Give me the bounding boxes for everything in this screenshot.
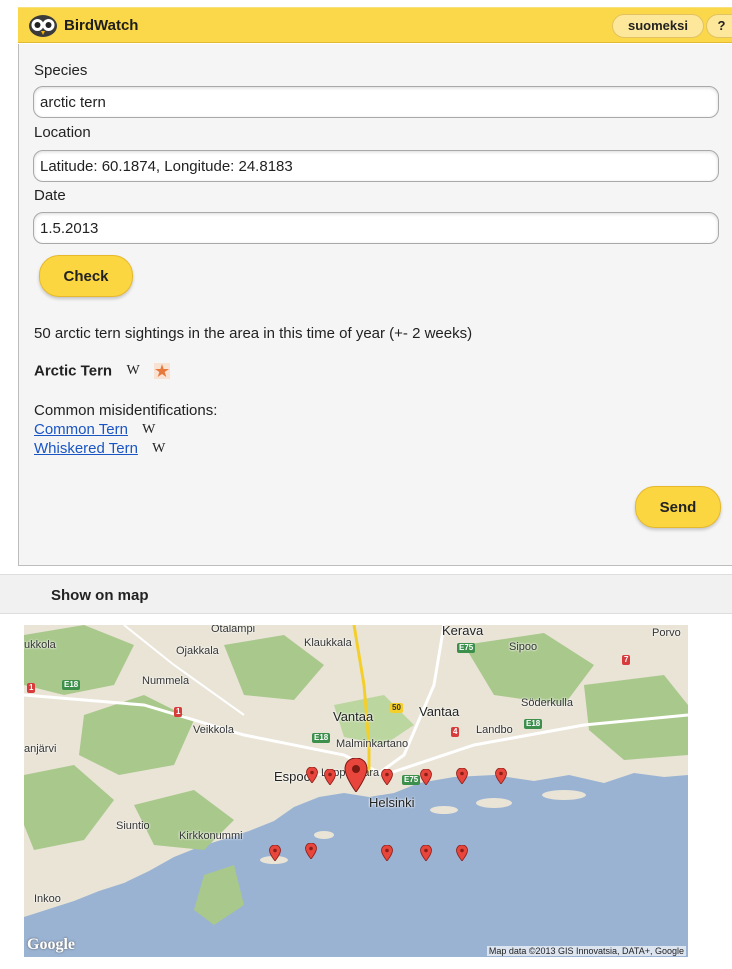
road-shield: 1 — [174, 707, 183, 717]
form-panel: Species Location Date Check 50 arctic te… — [18, 44, 732, 566]
sighting-pin-icon[interactable] — [456, 845, 468, 861]
app-header: BirdWatch suomeksi ? — [18, 7, 732, 43]
help-button[interactable]: ? — [706, 14, 732, 38]
map-place-label: Landbo — [476, 724, 513, 736]
sighting-pin-icon[interactable] — [420, 769, 432, 785]
sighting-pin-icon[interactable] — [324, 769, 336, 785]
road-shield: E18 — [62, 680, 81, 690]
map-place-label: Porvo — [652, 627, 681, 639]
road-shield: 7 — [622, 655, 631, 665]
map-place-label: Kirkkonummi — [179, 830, 243, 842]
map-place-label: Klaukkala — [304, 637, 352, 649]
sightings-text: 50 arctic tern sightings in the area in … — [34, 325, 473, 342]
map-place-label: Söderkulla — [521, 697, 573, 709]
road-shield: E75 — [457, 643, 476, 653]
owl-logo-icon — [29, 15, 57, 37]
check-button[interactable]: Check — [39, 255, 133, 297]
current-location-pin-icon[interactable] — [344, 758, 368, 792]
map-place-label: ukkola — [24, 639, 56, 651]
bird-info-icon[interactable] — [154, 362, 171, 379]
map-place-label: Otalampi — [211, 625, 256, 635]
sighting-pin-icon[interactable] — [306, 767, 318, 783]
sighting-pin-icon[interactable] — [456, 768, 468, 784]
map-place-label: Vantaa — [333, 709, 374, 724]
misidentifications-label: Common misidentifications: — [34, 402, 218, 419]
sighting-pin-icon[interactable] — [495, 768, 507, 784]
road-shield: E18 — [524, 719, 543, 729]
whiskered-tern-link[interactable]: Whiskered Tern — [34, 440, 138, 457]
map-place-label: Malminkartano — [336, 738, 409, 750]
app-title: BirdWatch — [64, 17, 139, 34]
map-view[interactable]: Otalampi Klaukkala Kerava Porvo ukkola O… — [24, 625, 688, 957]
map-place-label: anjärvi — [24, 743, 57, 755]
wikipedia-icon[interactable]: W — [142, 422, 155, 438]
location-label: Location — [34, 124, 91, 141]
misidentification-item: Common Tern W — [34, 421, 155, 438]
species-label: Species — [34, 62, 88, 79]
sighting-pin-icon[interactable] — [269, 845, 281, 861]
road-shield: 4 — [451, 727, 460, 737]
map-place-label: Inkoo — [34, 893, 61, 905]
language-button[interactable]: suomeksi — [612, 14, 704, 38]
map-place-label: Helsinki — [369, 795, 415, 810]
date-input[interactable] — [33, 212, 719, 244]
species-result: Arctic Tern W — [34, 362, 171, 382]
sighting-pin-icon[interactable] — [305, 843, 317, 859]
common-tern-link[interactable]: Common Tern — [34, 421, 128, 438]
show-on-map-header[interactable]: Show on map — [0, 574, 732, 614]
sighting-pin-icon[interactable] — [381, 845, 393, 861]
map-place-label: Kerava — [442, 625, 484, 638]
map-attribution: Map data ©2013 GIS Innovatsia, DATA+, Go… — [486, 946, 686, 956]
date-label: Date — [34, 187, 66, 204]
misidentification-item: Whiskered Tern W — [34, 440, 165, 457]
map-place-label: Sipoo — [509, 641, 538, 653]
map-place-label: Veikkola — [193, 724, 234, 736]
road-shield: 1 — [27, 683, 36, 693]
map-place-label: Ojakkala — [176, 645, 219, 657]
species-name: Arctic Tern — [34, 362, 113, 380]
road-shield: 50 — [390, 703, 403, 713]
map-place-label: Vantaa — [419, 704, 460, 719]
sighting-pin-icon[interactable] — [420, 845, 432, 861]
map-place-label: Nummela — [142, 675, 190, 687]
species-input[interactable] — [33, 86, 719, 118]
wikipedia-icon[interactable]: W — [127, 363, 140, 379]
road-shield: E18 — [312, 733, 331, 743]
road-shield: E75 — [402, 775, 421, 785]
send-button[interactable]: Send — [635, 486, 721, 528]
map-place-label: Siuntio — [116, 820, 150, 832]
google-logo: Google — [27, 936, 75, 953]
sighting-pin-icon[interactable] — [381, 769, 393, 785]
wikipedia-icon[interactable]: W — [152, 441, 165, 457]
location-input[interactable] — [33, 150, 719, 182]
show-on-map-title: Show on map — [51, 587, 149, 604]
